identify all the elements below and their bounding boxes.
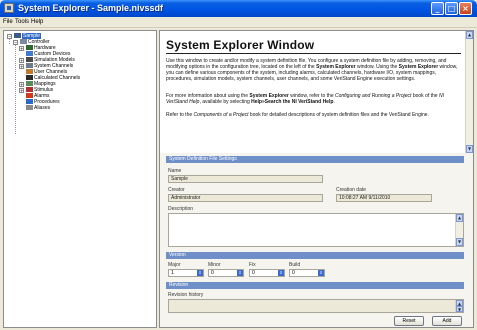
app-icon — [4, 3, 14, 13]
expand-root[interactable]: − — [7, 34, 12, 39]
system-explorer-window: System Explorer - Sample.nivssdf _ □ × F… — [0, 0, 477, 330]
major-label: Major — [168, 262, 181, 268]
expand-system-channels[interactable]: + — [19, 64, 24, 69]
menu-bar: File Tools Help — [0, 17, 477, 28]
maximize-button[interactable]: □ — [445, 2, 458, 15]
mappings-icon — [26, 81, 33, 86]
configuration-tree[interactable]: − Sample − Controller + Hardware Custom … — [3, 30, 157, 328]
close-button[interactable]: × — [459, 2, 472, 15]
revision-scroll-down-icon[interactable]: ▼ — [456, 306, 463, 312]
name-label: Name — [168, 168, 182, 174]
content-panel: System Explorer Window Use this window t… — [159, 30, 474, 328]
procedures-icon — [26, 99, 33, 104]
description-scroll-down-icon[interactable]: ▼ — [456, 238, 463, 246]
help-scroll-down-icon[interactable]: ▼ — [466, 145, 473, 153]
help-paragraph-2: For more information about using the Sys… — [166, 93, 444, 105]
description-label: Description — [168, 206, 194, 212]
creation-date-label: Creation date — [336, 187, 367, 193]
system-channels-icon — [26, 63, 33, 68]
expand-hardware[interactable]: + — [19, 46, 24, 51]
major-stepper[interactable]: 1 ⇕ — [168, 269, 204, 277]
expand-stimulus[interactable]: + — [19, 88, 24, 93]
custom-devices-icon — [26, 51, 33, 56]
user-channels-icon — [26, 69, 33, 74]
description-textarea[interactable]: ▲ ▼ — [168, 213, 464, 247]
help-scroll-up-icon[interactable]: ▲ — [466, 31, 473, 39]
help-area: System Explorer Window Use this window t… — [160, 31, 465, 153]
fix-label: Fix — [249, 262, 256, 268]
creator-field[interactable]: Administrator — [168, 194, 323, 202]
build-spin-icon[interactable]: ⇕ — [318, 270, 324, 276]
system-definition-icon — [14, 33, 21, 38]
help-scrollbar[interactable]: ▲ ▼ — [465, 31, 473, 153]
window-title: System Explorer - Sample.nivssdf — [18, 3, 164, 13]
controller-icon — [20, 39, 27, 44]
calculated-channels-icon — [26, 75, 33, 80]
build-stepper[interactable]: 0 ⇕ — [289, 269, 325, 277]
help-title-rule — [166, 53, 461, 54]
major-spin-icon[interactable]: ⇕ — [197, 270, 203, 276]
creation-date-field: 10:08:27 AM 9/11/2010 — [336, 194, 432, 202]
hardware-icon — [26, 45, 33, 50]
fix-stepper[interactable]: 0 ⇕ — [249, 269, 285, 277]
minimize-button[interactable]: _ — [431, 2, 444, 15]
minor-label: Minor — [208, 262, 221, 268]
expand-controller[interactable]: − — [13, 40, 18, 45]
help-paragraph-1: Use this window to create and/or modify … — [166, 58, 458, 82]
version-section-header: Version — [166, 252, 464, 259]
menu-help[interactable]: Help — [31, 18, 43, 27]
fix-spin-icon[interactable]: ⇕ — [278, 270, 284, 276]
menu-tools[interactable]: Tools — [15, 18, 29, 27]
build-label: Build — [289, 262, 301, 268]
settings-section-header: System Definition File Settings — [166, 156, 464, 163]
simulation-models-icon — [26, 57, 33, 62]
menu-file[interactable]: File — [3, 18, 13, 27]
revision-history-textarea[interactable]: ▲ ▼ — [168, 299, 464, 313]
name-field[interactable]: Sample — [168, 175, 323, 183]
expand-simulation-models[interactable]: + — [19, 58, 24, 63]
expand-mappings[interactable]: + — [19, 82, 24, 87]
alarms-icon — [26, 93, 33, 98]
add-button[interactable]: Add — [432, 316, 462, 326]
title-bar[interactable]: System Explorer - Sample.nivssdf _ □ × — [0, 0, 477, 17]
creator-label: Creator — [168, 187, 185, 193]
minor-stepper[interactable]: 0 ⇕ — [208, 269, 244, 277]
stimulus-icon — [26, 87, 33, 92]
revision-history-label: Revision history — [168, 292, 204, 298]
settings-area: System Definition File Settings Name Sam… — [160, 153, 473, 327]
reset-button[interactable]: Reset — [394, 316, 424, 326]
aliases-icon — [26, 105, 33, 110]
tree-item-aliases[interactable]: Aliases — [26, 105, 50, 111]
revision-section-header: Revision — [166, 282, 464, 289]
description-scrollbar[interactable]: ▲ ▼ — [455, 214, 463, 246]
minor-spin-icon[interactable]: ⇕ — [237, 270, 243, 276]
description-scroll-up-icon[interactable]: ▲ — [456, 214, 463, 222]
revision-scrollbar[interactable]: ▲ ▼ — [455, 300, 463, 312]
help-title: System Explorer Window — [166, 38, 315, 52]
help-paragraph-3: Refer to the Components of a Project boo… — [166, 112, 429, 118]
